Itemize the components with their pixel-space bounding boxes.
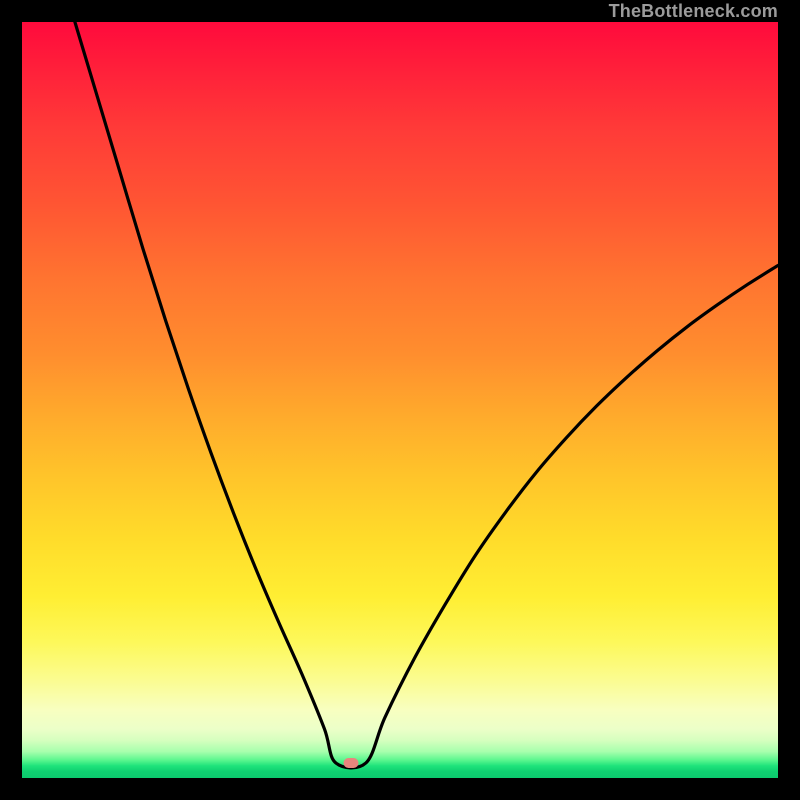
curve-path	[75, 22, 778, 768]
minimum-marker	[343, 758, 358, 768]
plot-area	[22, 22, 778, 778]
attribution-text: TheBottleneck.com	[609, 0, 778, 22]
outer-frame: TheBottleneck.com	[0, 0, 800, 800]
bottleneck-curve	[22, 22, 778, 778]
watermark-label: TheBottleneck.com	[609, 1, 778, 22]
